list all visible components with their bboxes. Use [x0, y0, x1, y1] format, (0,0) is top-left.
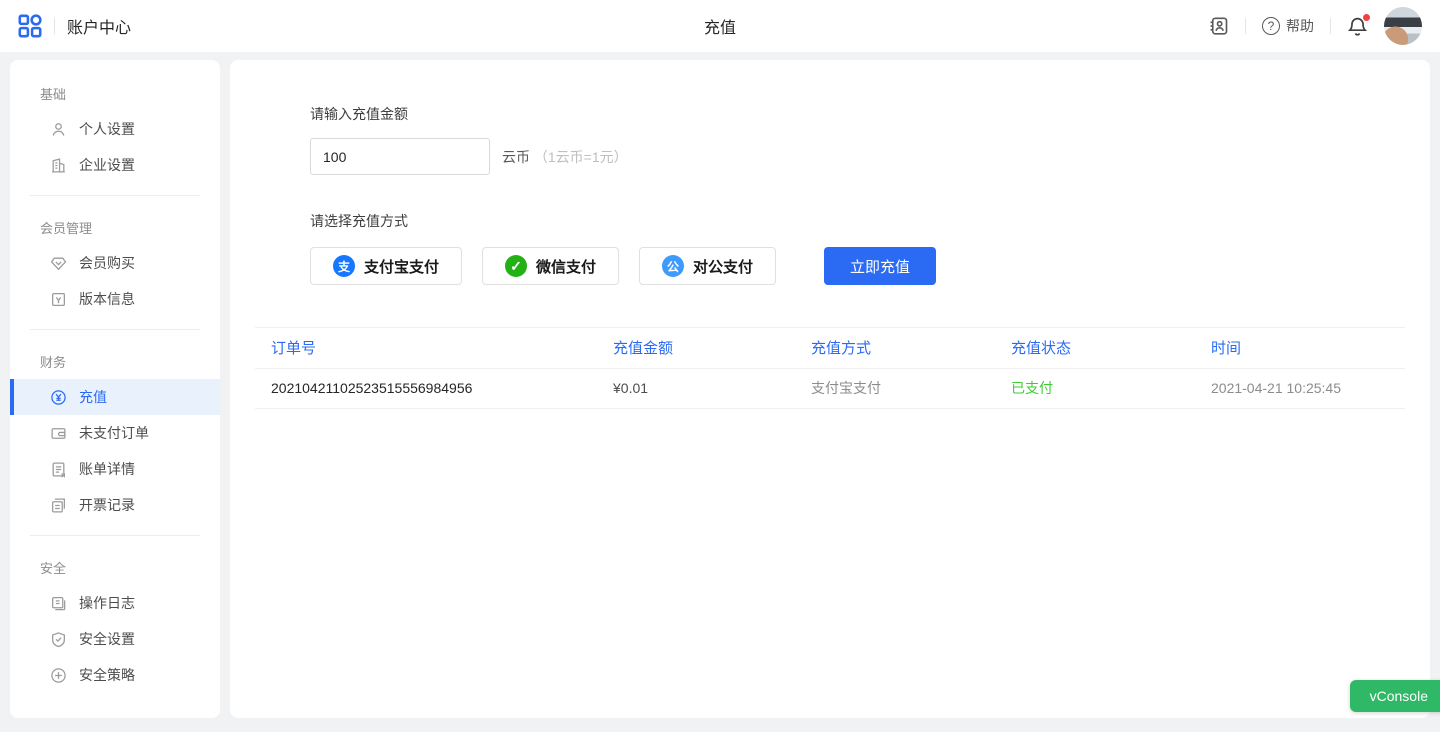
bill-doc-icon [50, 461, 67, 478]
sidebar-item-label: 充值 [79, 387, 107, 407]
question-icon: ? [1262, 17, 1280, 35]
user-icon [50, 121, 67, 138]
contact-book-icon[interactable] [1209, 16, 1229, 36]
top-header: 账户中心 充值 ? 帮助 [0, 0, 1440, 52]
sidebar-item-company-settings[interactable]: 企业设置 [10, 147, 220, 183]
sidebar-item-invoice-records[interactable]: 开票记录 [10, 487, 220, 523]
help-label: 帮助 [1286, 16, 1314, 36]
sidebar-item-recharge[interactable]: 充值 [10, 379, 220, 415]
sidebar-item-security-policy[interactable]: 安全策略 [10, 657, 220, 693]
recharge-now-button[interactable]: 立即充值 [824, 247, 936, 285]
help-button[interactable]: ? 帮助 [1262, 16, 1314, 36]
wechat-pay-button[interactable]: ✓ 微信支付 [482, 247, 619, 285]
table-header-row: 订单号 充值金额 充值方式 充值状态 时间 [255, 328, 1405, 368]
page-title: 充值 [704, 14, 736, 38]
log-pages-icon [50, 595, 67, 612]
cell-order-no: 20210421102523515556984956 [255, 368, 597, 408]
gem-icon [50, 255, 67, 272]
sidebar-divider [30, 195, 200, 196]
sidebar-item-bill-details[interactable]: 账单详情 [10, 451, 220, 487]
wallet-icon [50, 425, 67, 442]
orders-table: 订单号 充值金额 充值方式 充值状态 时间 202104211025235155… [255, 327, 1405, 409]
sidebar-item-label: 会员购买 [79, 253, 135, 273]
pay-button-label: 支付宝支付 [364, 256, 439, 277]
shield-check-icon [50, 631, 67, 648]
header-divider [1245, 18, 1246, 34]
sidebar-item-label: 开票记录 [79, 495, 135, 515]
sidebar-item-unpaid-orders[interactable]: 未支付订单 [10, 415, 220, 451]
sidebar-item-version-info[interactable]: 版本信息 [10, 281, 220, 317]
col-header-time: 时间 [1195, 328, 1405, 368]
cell-time: 2021-04-21 10:25:45 [1195, 368, 1405, 408]
shield-plus-icon [50, 667, 67, 684]
col-header-method: 充值方式 [795, 328, 995, 368]
invoice-icon [50, 497, 67, 514]
sidebar-item-personal-settings[interactable]: 个人设置 [10, 111, 220, 147]
notification-bell-icon[interactable] [1347, 16, 1368, 37]
app-grid-logo-icon[interactable] [18, 14, 42, 38]
sidebar-item-label: 企业设置 [79, 155, 135, 175]
app-title: 账户中心 [67, 14, 131, 38]
sidebar-item-label: 账单详情 [79, 459, 135, 479]
user-avatar[interactable] [1384, 7, 1422, 45]
building-icon [50, 157, 67, 174]
sidebar-section-security: 安全 [10, 548, 220, 585]
sidebar-item-label: 版本信息 [79, 289, 135, 309]
alipay-icon: 支 [333, 255, 355, 277]
amount-label: 请输入充值金额 [310, 104, 1430, 124]
corporate-pay-button[interactable]: 公 对公支付 [639, 247, 776, 285]
pay-button-label: 对公支付 [693, 256, 753, 277]
sidebar-item-security-settings[interactable]: 安全设置 [10, 621, 220, 657]
cell-method: 支付宝支付 [795, 368, 995, 408]
col-header-status: 充值状态 [995, 328, 1195, 368]
cell-amount: ¥0.01 [597, 368, 795, 408]
table-row: 20210421102523515556984956 ¥0.01 支付宝支付 已… [255, 368, 1405, 408]
sidebar-item-label: 未支付订单 [79, 423, 149, 443]
sidebar-item-label: 安全设置 [79, 629, 135, 649]
pay-button-label: 微信支付 [536, 256, 596, 277]
currency-note: （1云币=1元） [534, 149, 628, 165]
alipay-pay-button[interactable]: 支 支付宝支付 [310, 247, 462, 285]
sidebar-item-operation-log[interactable]: 操作日志 [10, 585, 220, 621]
sidebar-item-label: 操作日志 [79, 593, 135, 613]
header-divider [1330, 18, 1331, 34]
sidebar: 基础 个人设置 企业设置 会员管理 会员购买 版本信息 财务 充值 [10, 60, 220, 718]
amount-input[interactable] [310, 138, 490, 175]
col-header-order-no: 订单号 [255, 328, 597, 368]
status-badge: 已支付 [995, 368, 1195, 408]
sidebar-divider [30, 329, 200, 330]
sidebar-divider [30, 535, 200, 536]
recharge-yuan-icon [50, 389, 67, 406]
corporate-pay-icon: 公 [662, 255, 684, 277]
sidebar-section-basic: 基础 [10, 74, 220, 111]
sidebar-item-label: 安全策略 [79, 665, 135, 685]
version-doc-icon [50, 291, 67, 308]
sidebar-item-label: 个人设置 [79, 119, 135, 139]
wechat-pay-icon: ✓ [505, 255, 527, 277]
main-panel: 请输入充值金额 云币 （1云币=1元） 请选择充值方式 支 支付宝支付 ✓ 微信… [230, 60, 1430, 718]
header-divider [54, 18, 55, 34]
notification-badge [1363, 14, 1370, 21]
method-label: 请选择充值方式 [310, 211, 1430, 231]
sidebar-section-membership: 会员管理 [10, 208, 220, 245]
sidebar-section-finance: 财务 [10, 342, 220, 379]
currency-unit: 云币 [502, 149, 530, 165]
col-header-amount: 充值金额 [597, 328, 795, 368]
vconsole-button[interactable]: vConsole [1350, 680, 1440, 712]
sidebar-item-membership-purchase[interactable]: 会员购买 [10, 245, 220, 281]
